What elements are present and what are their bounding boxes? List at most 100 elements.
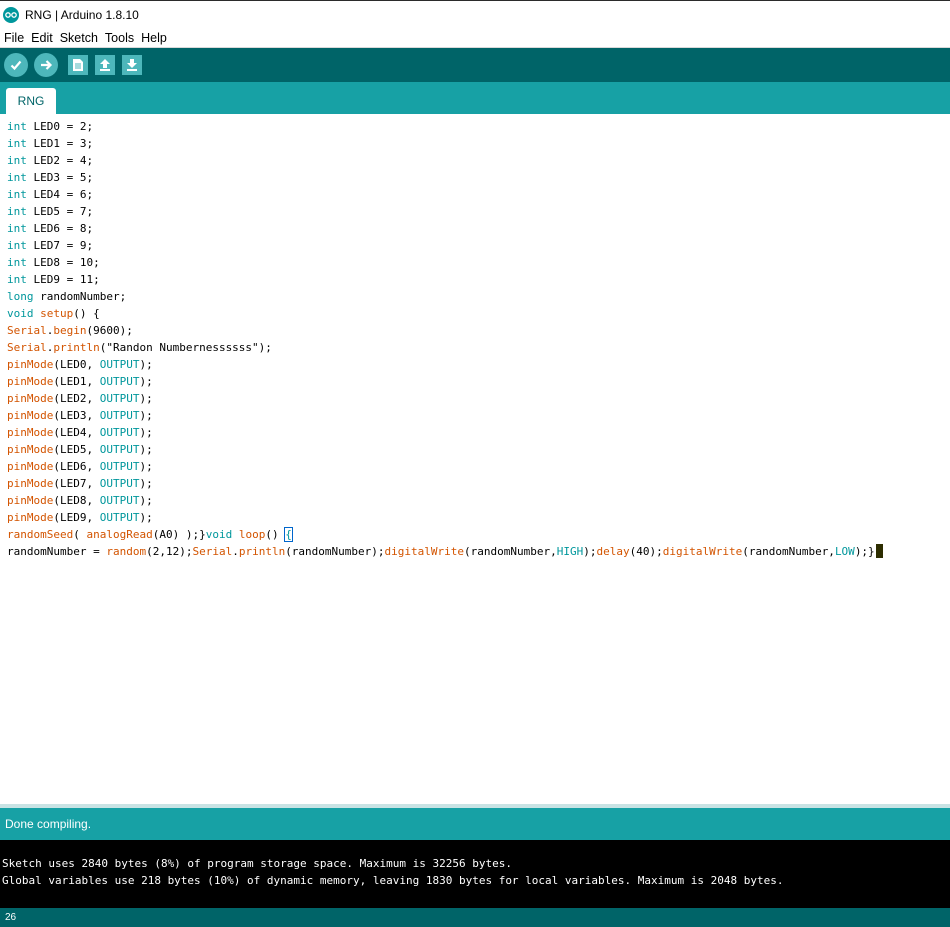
code-line: void setup() { [7,305,883,322]
code-token: () { [73,307,100,320]
code-token: Serial [7,341,47,354]
code-token: delay [596,545,630,558]
code-token: OUTPUT [99,494,140,507]
code-line: int LED0 = 2; [7,118,883,135]
menu-help[interactable]: Help [137,29,170,47]
menu-tools[interactable]: Tools [101,29,137,47]
code-token: pinMode [7,392,54,405]
code-token: ); [139,477,153,490]
code-line: int LED6 = 8; [7,220,883,237]
code-token: int [7,154,27,167]
code-token: (40); [629,545,663,558]
code-token: pinMode [7,375,54,388]
code-line: pinMode(LED7, OUTPUT); [7,475,883,492]
code-token: ); [139,494,153,507]
code-line: pinMode(LED8, OUTPUT); [7,492,883,509]
open-button[interactable] [95,55,115,75]
code-line: pinMode(LED6, OUTPUT); [7,458,883,475]
code-token: void [7,307,34,320]
code-token: LED8 = 10; [26,256,100,269]
status-bar: Done compiling. [0,808,950,840]
new-icon [73,59,83,71]
code-token: int [7,188,27,201]
code-token: (randomNumber, [742,545,835,558]
menu-file[interactable]: File [0,29,27,47]
code-token: OUTPUT [99,409,140,422]
code-token: (LED0, [53,358,100,371]
console-line: Sketch uses 2840 bytes (8%) of program s… [2,857,512,870]
text-cursor [875,544,883,558]
code-token: LED6 = 8; [26,222,94,235]
code-token: pinMode [7,409,54,422]
footer-bar: 26 [0,908,950,927]
code-token: LED0 = 2; [26,120,94,133]
code-line: pinMode(LED4, OUTPUT); [7,424,883,441]
code-token: pinMode [7,460,54,473]
code-token: (LED5, [53,443,100,456]
tab-label: RNG [17,94,45,108]
code-token: random [106,545,147,558]
code-token: long [7,290,34,303]
code-token: ("Randon Numbernessssss"); [99,341,272,354]
code-token: (LED9, [53,511,100,524]
verify-icon [10,60,22,71]
code-token: println [238,545,286,558]
code-token: int [7,222,27,235]
code-token: LED9 = 11; [26,273,100,286]
code-token: begin [53,324,87,337]
code-line: long randomNumber; [7,288,883,305]
code-token: digitalWrite [384,545,465,558]
code-line: int LED7 = 9; [7,237,883,254]
code-token: LED4 = 6; [26,188,94,201]
code-token: );} [854,545,875,558]
open-icon [100,59,110,71]
tab-rng[interactable]: RNG [6,88,56,114]
code-token: . [232,545,239,558]
code-line: int LED8 = 10; [7,254,883,271]
verify-button[interactable] [4,53,28,77]
code-token: randomSeed [7,528,74,541]
code-token: (LED6, [53,460,100,473]
code-token: pinMode [7,511,54,524]
new-button[interactable] [68,55,88,75]
code-editor[interactable]: int LED0 = 2; int LED1 = 3; int LED2 = 4; i… [0,114,950,804]
title-bar: RNG | Arduino 1.8.10 [0,0,950,29]
save-button[interactable] [122,55,142,75]
upload-button[interactable] [34,53,58,77]
code-token: OUTPUT [99,477,140,490]
code-line: pinMode(LED0, OUTPUT); [7,356,883,373]
code-token: OUTPUT [99,460,140,473]
code-token: OUTPUT [99,443,140,456]
menu-sketch[interactable]: Sketch [56,29,101,47]
code-token: (LED1, [53,375,100,388]
code-token: int [7,120,27,133]
line-number: 26 [5,912,17,923]
code-line: pinMode(LED9, OUTPUT); [7,509,883,526]
window-title: RNG | Arduino 1.8.10 [25,8,139,22]
console-output: Sketch uses 2840 bytes (8%) of program s… [0,840,950,908]
code-token: println [53,341,100,354]
code-token: ); [139,392,153,405]
code-line: int LED1 = 3; [7,135,883,152]
code-line: pinMode(LED5, OUTPUT); [7,441,883,458]
upload-icon [41,60,53,70]
code-token: setup [40,307,74,320]
code-token: int [7,273,27,286]
code-token: ); [139,511,153,524]
tab-bar: RNG [0,82,950,114]
code-token: digitalWrite [662,545,743,558]
code-token: ); [139,358,153,371]
code-token: ); [139,375,153,388]
code-text: int LED0 = 2; int LED1 = 3; int LED2 = 4; i… [7,118,883,560]
code-token: LED7 = 9; [26,239,94,252]
code-token: ); [139,443,153,456]
code-line: Serial.println("Randon Numbernessssss"); [7,339,883,356]
code-token: pinMode [7,443,54,456]
code-token: loop [238,528,266,541]
code-token: OUTPUT [99,426,140,439]
code-token: void [205,528,233,541]
code-token: LOW [834,545,855,558]
code-token: int [7,137,27,150]
code-token: pinMode [7,426,54,439]
menu-edit[interactable]: Edit [27,29,56,47]
